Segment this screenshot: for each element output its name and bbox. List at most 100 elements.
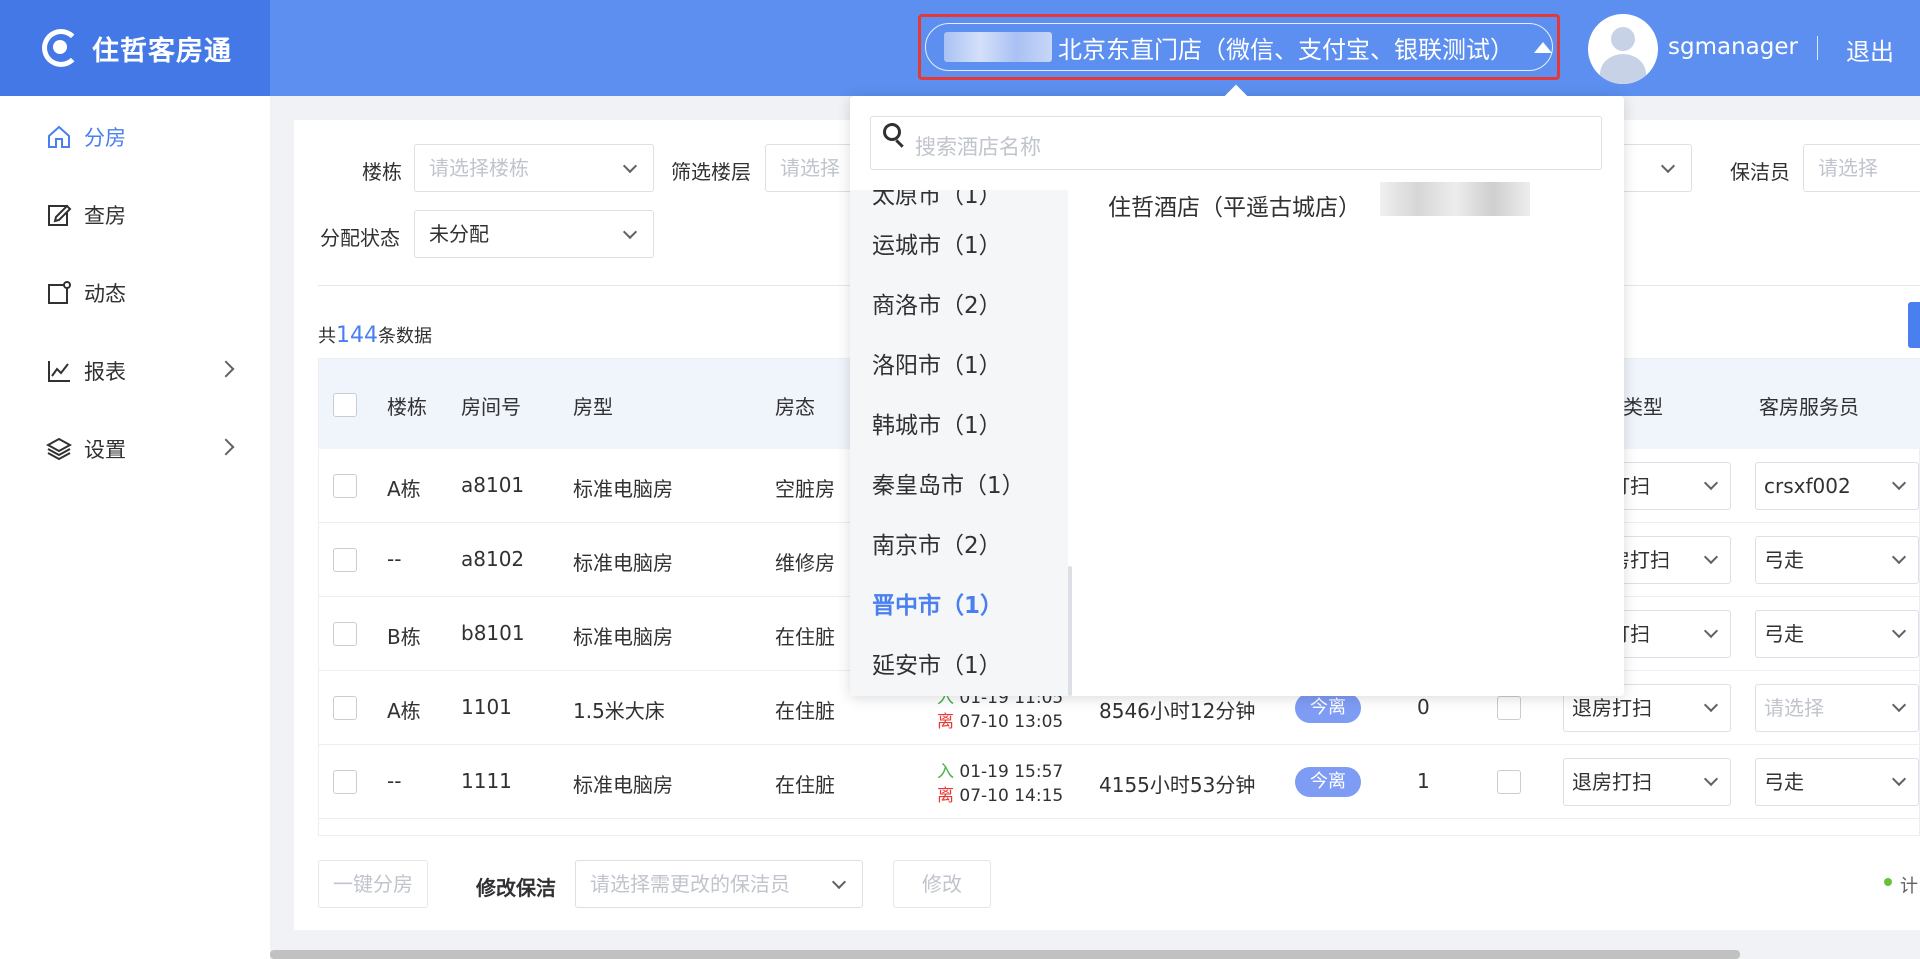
header-roomtype: 房型 — [573, 395, 613, 419]
city-list-scrollbar[interactable] — [1068, 566, 1072, 696]
store-name: 北京东直门店（微信、支付宝、银联测试） — [1058, 35, 1514, 64]
chevron-down-icon — [622, 224, 638, 240]
cleaner-label: 保洁员 — [1730, 160, 1790, 184]
sidebar-item-reports[interactable]: 报表 — [0, 341, 270, 401]
city-item[interactable]: 南京市（2） — [872, 526, 1002, 560]
edit-icon — [48, 204, 72, 226]
home-icon — [48, 125, 70, 148]
caret-up-icon — [1534, 41, 1552, 53]
record-count: 共144条数据 — [318, 323, 432, 348]
sidebar-item-label: 分房 — [84, 126, 126, 150]
dynamic-icon — [48, 281, 71, 304]
city-item[interactable]: 太原市（1） — [872, 190, 1002, 210]
checkout-time: 离 07-10 14:15 — [937, 786, 1064, 806]
search-icon — [883, 123, 901, 141]
city-item[interactable]: 秦皇岛市（1） — [872, 466, 1025, 500]
chevron-down-icon — [1660, 158, 1676, 174]
legend-text: 计 — [1900, 876, 1918, 897]
header-building: 楼栋 — [387, 395, 427, 419]
count-number: 144 — [336, 323, 378, 348]
row-checkbox[interactable] — [333, 770, 357, 794]
sidebar-item-label: 动态 — [84, 282, 126, 306]
chevron-down-icon — [1703, 623, 1719, 639]
modify-button[interactable]: 修改 — [893, 860, 991, 908]
header-divider — [1817, 36, 1818, 60]
row-checkbox[interactable] — [333, 548, 357, 572]
stay-duration: 4155小时53分钟 — [1099, 773, 1256, 797]
sidebar-item-inspect[interactable]: 查房 — [0, 185, 270, 245]
city-item[interactable]: 韩城市（1） — [872, 406, 1002, 440]
header-attendant: 客房服务员 — [1759, 395, 1859, 419]
chevron-down-icon — [1891, 697, 1907, 713]
chevron-right-icon — [217, 438, 235, 456]
floor-label: 筛选楼层 — [671, 160, 751, 184]
chart-icon — [48, 361, 70, 382]
blurred-text — [1380, 182, 1530, 216]
chevron-down-icon — [831, 874, 847, 890]
hotel-item[interactable]: 住哲酒店（平遥古城店） — [1108, 188, 1361, 222]
attendant-select[interactable]: 请选择 — [1755, 684, 1919, 732]
header-room: 房间号 — [461, 395, 521, 419]
sidebar-item-dynamic[interactable]: 动态 — [0, 263, 270, 323]
attendant-select[interactable]: 弓走 — [1755, 610, 1919, 658]
sidebar-item-settings[interactable]: 设置 — [0, 419, 270, 479]
select-all-checkbox[interactable] — [333, 393, 357, 417]
clean-type-select[interactable]: 退房打扫 — [1563, 758, 1731, 806]
row-option-checkbox[interactable] — [1497, 770, 1521, 794]
chevron-down-icon — [1703, 697, 1719, 713]
row-checkbox[interactable] — [333, 622, 357, 646]
row-checkbox[interactable] — [333, 696, 357, 720]
store-dropdown: 搜索酒店名称 太原市（1） 运城市（1） 商洛市（2） 洛阳市（1） 韩城市（1… — [850, 96, 1624, 696]
sidebar-item-assign[interactable]: 分房 — [0, 107, 270, 167]
city-list: 太原市（1） 运城市（1） 商洛市（2） 洛阳市（1） 韩城市（1） 秦皇岛市（… — [850, 190, 1068, 696]
attendant-select[interactable]: 弓走 — [1755, 536, 1919, 584]
chevron-down-icon — [1891, 771, 1907, 787]
chevron-down-icon — [1891, 549, 1907, 565]
sidebar: 分房 查房 动态 报表 设置 — [0, 96, 270, 959]
status-badge: 今离 — [1295, 693, 1361, 723]
logo-icon — [42, 29, 80, 67]
city-item[interactable]: 洛阳市（1） — [872, 346, 1002, 380]
modify-cleaner-select[interactable]: 请选择需更改的保洁员 — [575, 860, 863, 908]
chevron-down-icon — [1703, 771, 1719, 787]
app-name: 住哲客房通 — [92, 35, 232, 67]
modify-cleaner-label: 修改保洁 — [476, 876, 556, 900]
action-button[interactable] — [1908, 302, 1920, 348]
checkin-time: 入 01-19 15:57 — [937, 762, 1064, 782]
building-select[interactable]: 请选择楼栋 — [414, 144, 654, 192]
city-item[interactable]: 商洛市（2） — [872, 286, 1002, 320]
chevron-down-icon — [1703, 475, 1719, 491]
checkout-time: 离 07-10 13:05 — [937, 712, 1064, 732]
sidebar-item-label: 查房 — [84, 204, 126, 228]
sidebar-item-label: 设置 — [84, 438, 126, 462]
attendant-select[interactable]: crsxf002 — [1755, 462, 1919, 510]
header-clean-type: 类型 — [1623, 395, 1663, 419]
header-status: 房态 — [775, 395, 815, 419]
avatar[interactable] — [1588, 14, 1658, 84]
horizontal-scrollbar[interactable] — [270, 950, 1740, 959]
sidebar-item-label: 报表 — [84, 360, 126, 384]
building-label: 楼栋 — [362, 160, 402, 184]
stay-duration: 8546小时12分钟 — [1099, 699, 1256, 723]
layers-icon — [46, 437, 72, 461]
chevron-down-icon — [1891, 475, 1907, 491]
row-option-checkbox[interactable] — [1497, 696, 1521, 720]
cleaner-select[interactable]: 请选择 — [1803, 144, 1920, 192]
hotel-search-input[interactable]: 搜索酒店名称 — [870, 116, 1602, 170]
chevron-down-icon — [622, 158, 638, 174]
count-cell: 0 — [1417, 695, 1430, 719]
row-checkbox[interactable] — [333, 474, 357, 498]
status-select[interactable]: 未分配 — [414, 210, 654, 258]
logout-link[interactable]: 退出 — [1846, 32, 1894, 67]
status-dot — [1884, 878, 1892, 886]
chevron-down-icon — [1891, 623, 1907, 639]
city-item-active[interactable]: 晋中市（1） — [872, 586, 1003, 620]
status-label: 分配状态 — [320, 226, 400, 250]
store-selector[interactable]: 北京东直门店（微信、支付宝、银联测试） — [918, 14, 1560, 80]
attendant-select[interactable]: 弓走 — [1755, 758, 1919, 806]
chevron-right-icon — [217, 360, 235, 378]
store-pill[interactable]: 北京东直门店（微信、支付宝、银联测试） — [925, 23, 1553, 71]
city-item[interactable]: 延安市（1） — [872, 646, 1002, 680]
auto-assign-button[interactable]: 一键分房 — [318, 860, 428, 908]
city-item[interactable]: 运城市（1） — [872, 226, 1002, 260]
